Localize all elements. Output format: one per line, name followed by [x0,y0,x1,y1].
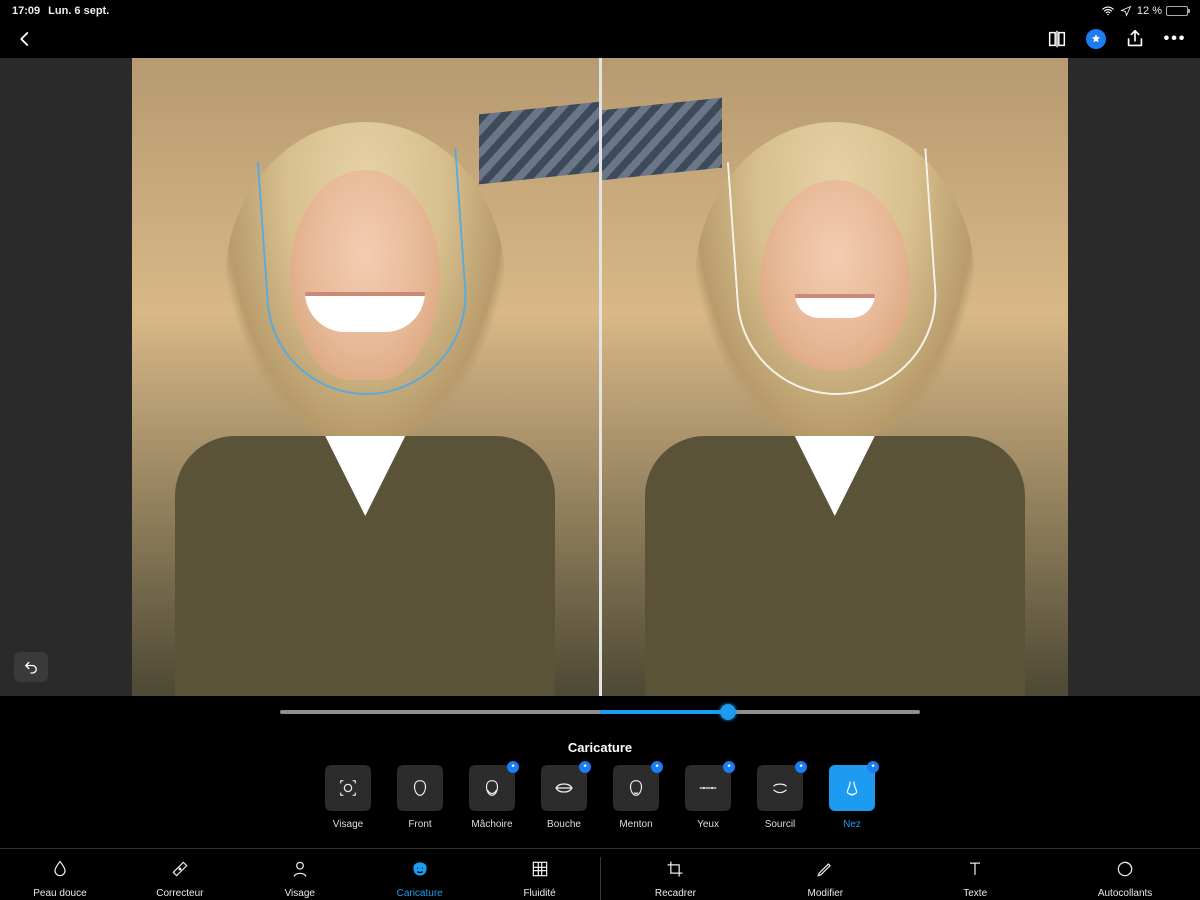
premium-badge-icon: * [723,761,735,773]
tool-fluidite[interactable]: Fluidité [480,849,600,900]
tool-label: Visage [285,888,315,899]
photo-canvas[interactable] [0,58,1200,696]
preset-machoire[interactable]: * Mâchoire [469,765,515,830]
preset-front[interactable]: Front [397,765,443,830]
slider-thumb[interactable] [720,704,736,720]
photo-after [602,58,1069,696]
back-button[interactable] [14,28,36,50]
status-date: Lun. 6 sept. [48,5,109,17]
preset-bouche[interactable]: * Bouche [541,765,587,830]
crop-icon [665,859,685,884]
tool-recadrer[interactable]: Recadrer [601,849,751,900]
status-bar: 17:09 Lun. 6 sept. 12 % [0,0,1200,20]
drop-icon [50,859,70,884]
grid-icon [530,859,550,884]
preset-row: VisageFront*Mâchoire*Bouche*Menton*Yeux*… [0,765,1200,848]
intensity-slider[interactable] [280,710,920,714]
top-toolbar: ••• [0,20,1200,58]
premium-badge-icon: * [651,761,663,773]
preset-label: Front [408,819,431,830]
tool-label: Texte [963,888,987,899]
premium-badge-icon[interactable] [1086,29,1106,49]
lips-icon: * [541,765,587,811]
bandaid-icon [170,859,190,884]
intensity-slider-row [0,696,1200,728]
preset-label: Yeux [697,819,719,830]
pencil-icon [815,859,835,884]
premium-badge-icon: * [507,761,519,773]
face-detect-icon [325,765,371,811]
tool-autocollants[interactable]: Autocollants [1050,849,1200,900]
tool-modifier[interactable]: Modifier [750,849,900,900]
face-outline-icon [397,765,443,811]
tool-texte[interactable]: Texte [900,849,1050,900]
sticker-icon [1115,859,1135,884]
compare-button[interactable] [1046,28,1068,50]
battery-text: 12 % [1137,5,1162,17]
photo-before [132,58,599,696]
tool-label: Caricature [397,888,443,899]
chin-icon: * [613,765,659,811]
preset-yeux[interactable]: * Yeux [685,765,731,830]
preset-label: Menton [619,819,652,830]
preset-menton[interactable]: * Menton [613,765,659,830]
eyebrow-icon: * [757,765,803,811]
preset-label: Visage [333,819,363,830]
premium-badge-icon: * [579,761,591,773]
bottom-toolbar: Peau douce Correcteur Visage Caricature Flui… [0,848,1200,900]
preset-label: Bouche [547,819,581,830]
tool-label: Correcteur [156,888,203,899]
tool-visage[interactable]: Visage [240,849,360,900]
mask-icon [410,859,430,884]
tool-label: Recadrer [655,888,696,899]
tool-caricature[interactable]: Caricature [360,849,480,900]
tool-correcteur[interactable]: Correcteur [120,849,240,900]
preset-label: Nez [843,819,861,830]
status-time: 17:09 [12,5,40,17]
panel-title: Caricature [0,728,1200,765]
tool-label: Fluidité [523,888,555,899]
premium-badge-icon: * [795,761,807,773]
battery-icon [1166,6,1188,16]
text-icon [965,859,985,884]
tool-peau[interactable]: Peau douce [0,849,120,900]
preset-label: Mâchoire [471,819,512,830]
tool-label: Autocollants [1098,888,1152,899]
tool-label: Modifier [808,888,844,899]
preset-nez[interactable]: * Nez [829,765,875,830]
preset-sourcil[interactable]: * Sourcil [757,765,803,830]
wifi-icon [1101,4,1115,18]
preset-label: Sourcil [765,819,796,830]
person-icon [290,859,310,884]
more-button[interactable]: ••• [1164,28,1186,50]
location-icon [1119,4,1133,18]
eyes-icon: * [685,765,731,811]
premium-badge-icon: * [867,761,879,773]
jaw-icon: * [469,765,515,811]
share-button[interactable] [1124,28,1146,50]
nose-icon: * [829,765,875,811]
preset-visage[interactable]: Visage [325,765,371,830]
tool-label: Peau douce [33,888,86,899]
undo-button[interactable] [14,652,48,682]
